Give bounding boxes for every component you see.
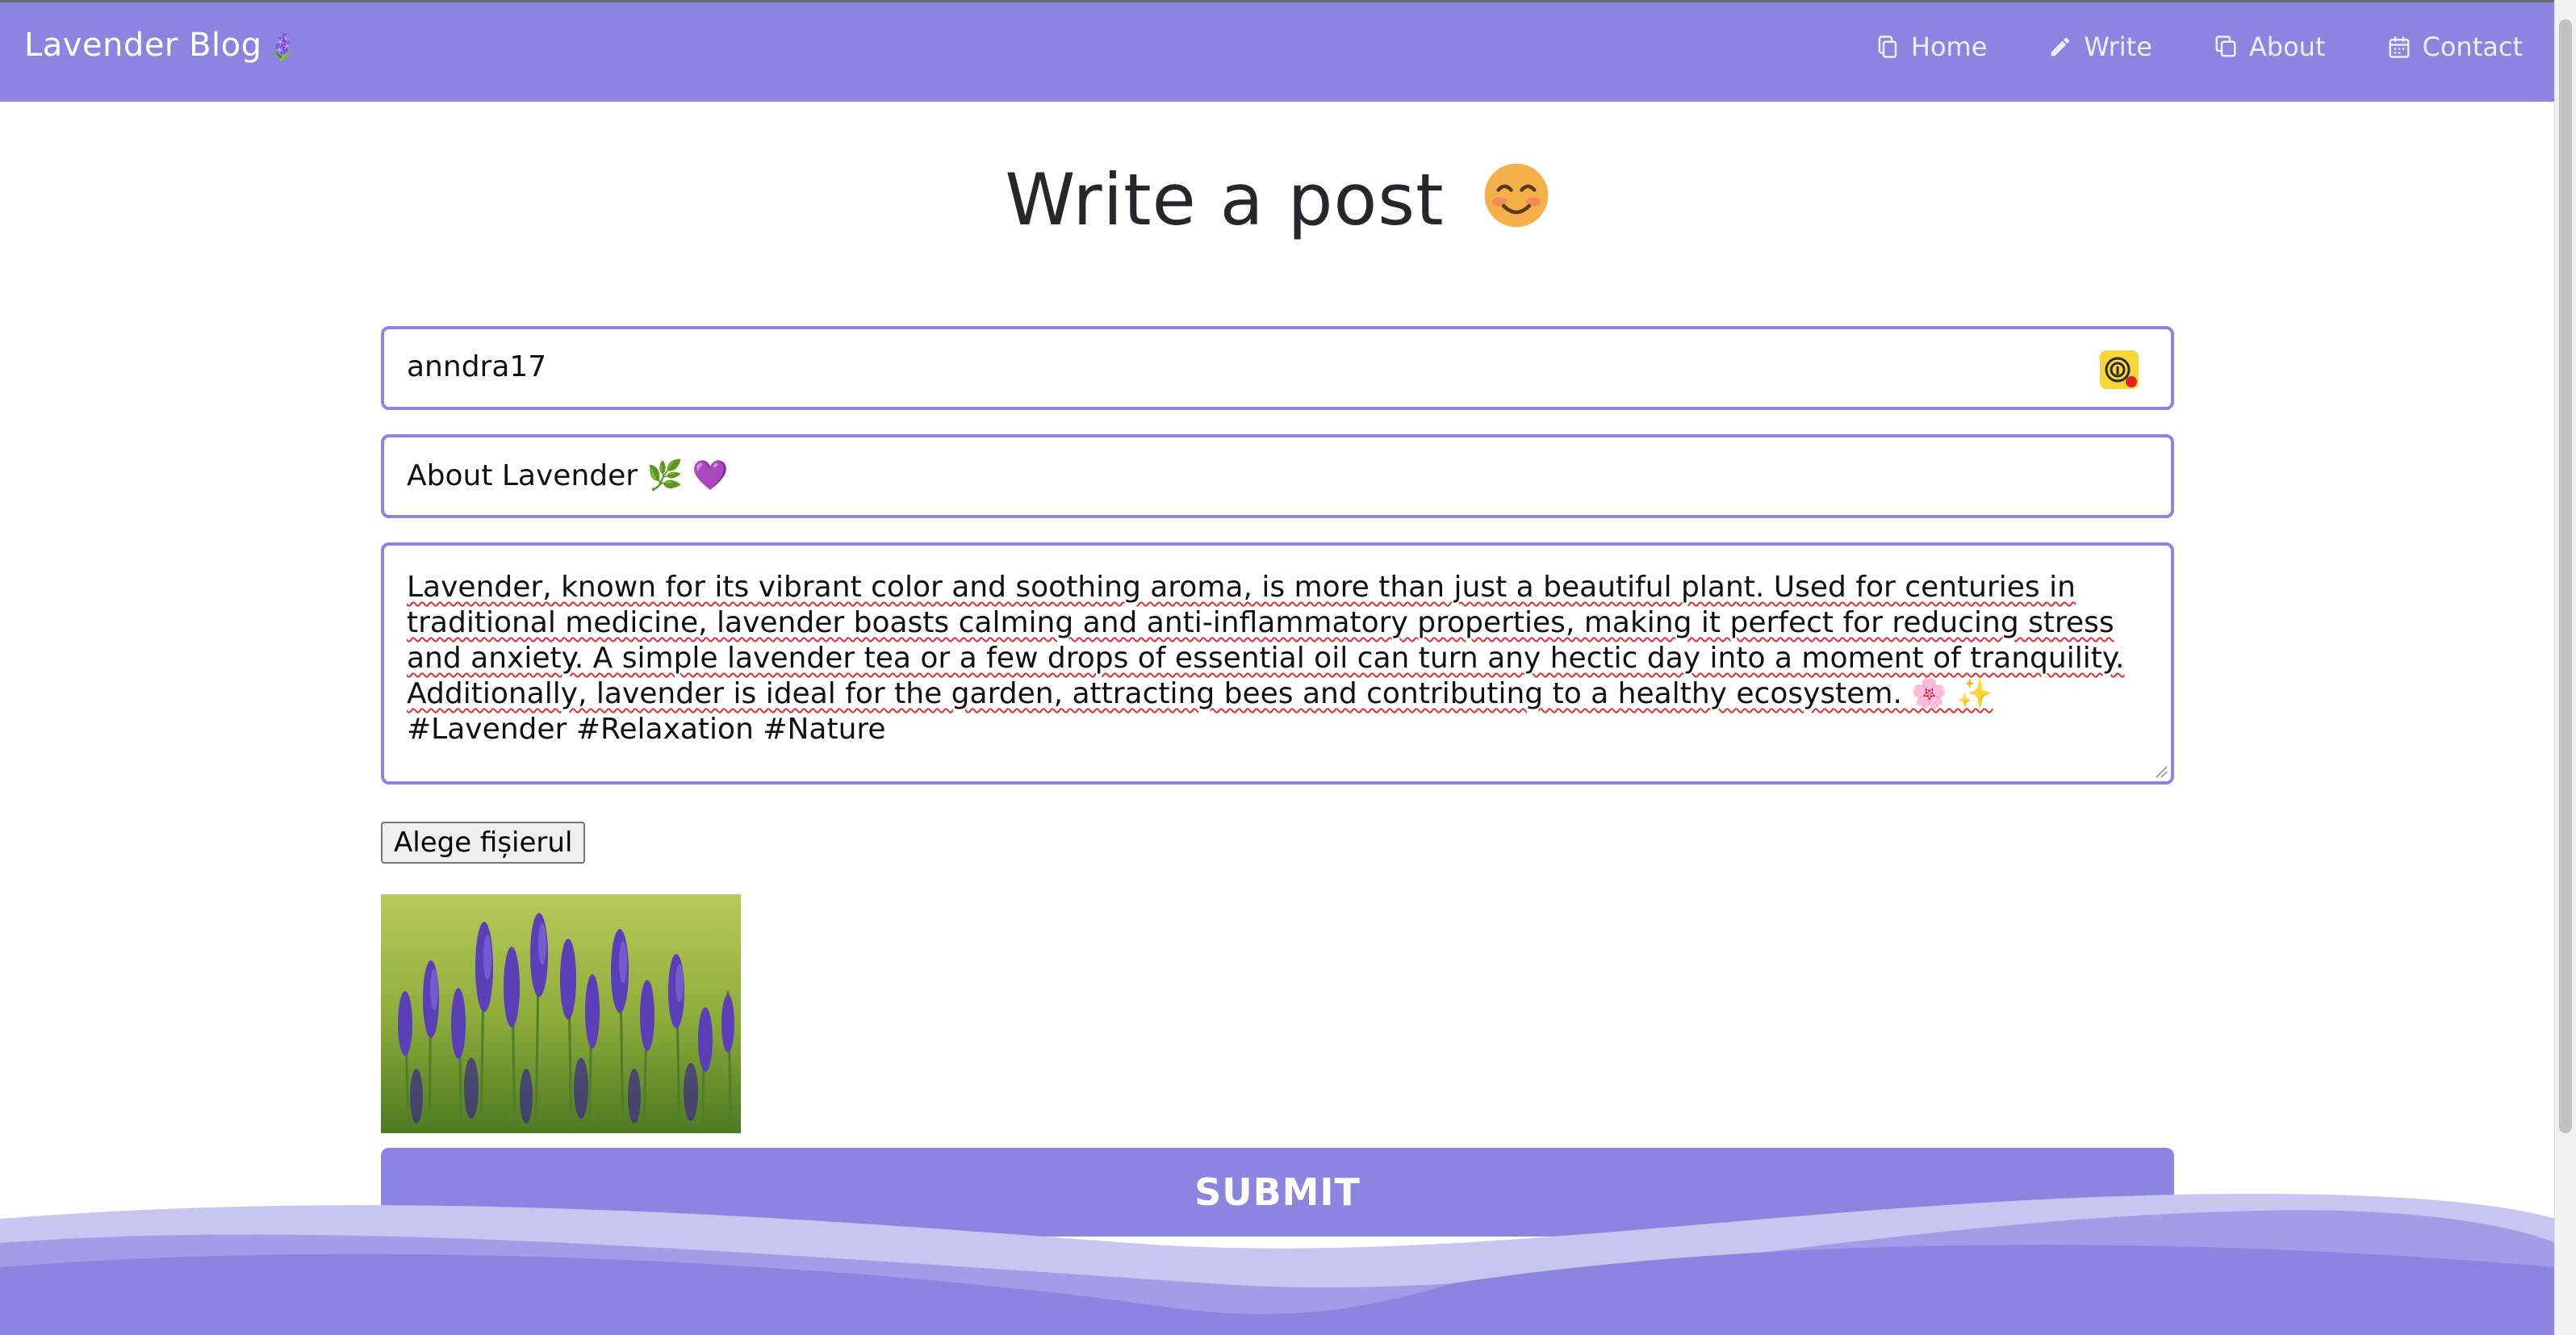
copy-icon — [2215, 36, 2236, 57]
brand-logo[interactable]: Lavender Blog 🪻 — [24, 27, 299, 64]
content-line-text: and anxiety. A simple lavender tea or a … — [407, 642, 2125, 675]
resize-handle-icon[interactable] — [2153, 764, 2168, 778]
content-textarea[interactable]: Lavender, known for its vibrant color an… — [381, 542, 2174, 785]
page-scrollbar[interactable] — [2554, 0, 2576, 1335]
nav-contact[interactable]: Contact — [2387, 31, 2524, 62]
page-title: Write a post — [0, 158, 2555, 241]
content-line-5: #Lavender #Relaxation #Nature — [407, 712, 2148, 747]
notification-dot — [2126, 376, 2137, 387]
lavender-photo — [381, 894, 741, 1133]
title-input-value: About Lavender 🌿 💜 — [407, 459, 729, 492]
nav-write-label: Write — [2084, 31, 2152, 62]
page-title-text: Write a post — [1005, 158, 1445, 241]
content-line-4: Additionally, lavender is ideal for the … — [407, 676, 2148, 712]
password-manager-icon[interactable] — [2100, 350, 2139, 389]
content-line-text: traditional medicine, lavender boasts ca… — [407, 606, 2114, 639]
choose-file-button[interactable]: Alege fișierul — [381, 822, 586, 864]
content-line-text: Additionally, lavender is ideal for the … — [407, 677, 1993, 710]
smiling-face-icon — [1484, 163, 1548, 228]
content-line-3: and anxiety. A simple lavender tea or a … — [407, 641, 2148, 676]
nav-home[interactable]: Home — [1876, 31, 1988, 62]
image-preview — [381, 894, 741, 1133]
nav-about[interactable]: About — [2214, 31, 2326, 62]
brand-name: Lavender Blog — [24, 27, 262, 64]
nav-about-label: About — [2248, 31, 2326, 62]
page: Lavender Blog 🪻 Home Write About Contact… — [0, 0, 2576, 1335]
scrollbar-thumb[interactable] — [2559, 19, 2572, 1133]
nav-menu: Home Write About Contact — [1876, 31, 2523, 62]
navbar: Lavender Blog 🪻 Home Write About Contact — [0, 0, 2555, 102]
content-line-text: #Lavender #Relaxation #Nature — [407, 713, 886, 746]
nav-home-label: Home — [1910, 31, 1988, 62]
author-input[interactable]: anndra17 — [381, 326, 2174, 410]
calendar-icon — [2389, 36, 2409, 58]
author-input-value: anndra17 — [407, 350, 547, 383]
title-input[interactable]: About Lavender 🌿 💜 — [381, 434, 2174, 518]
nav-contact-label: Contact — [2422, 31, 2524, 62]
copy-icon — [1878, 36, 1897, 58]
content-line-1: Lavender, known for its vibrant color an… — [407, 570, 2148, 605]
footer-wave-decoration — [0, 1194, 2555, 1335]
content-line-2: traditional medicine, lavender boasts ca… — [407, 605, 2148, 641]
nav-write[interactable]: Write — [2048, 31, 2152, 62]
brand-emoji: 🪻 — [266, 31, 299, 62]
content-line-text: Lavender, known for its vibrant color an… — [407, 571, 2076, 604]
pencil-icon — [2051, 37, 2070, 56]
